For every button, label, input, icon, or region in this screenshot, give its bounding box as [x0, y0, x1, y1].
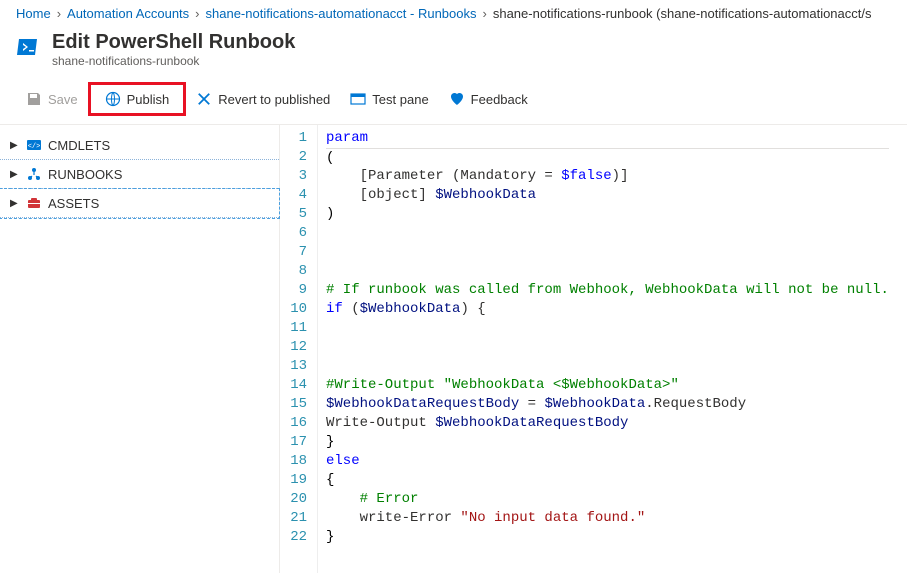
- line-number: 10: [286, 300, 307, 319]
- code-line[interactable]: if ($WebhookData) {: [326, 300, 889, 319]
- line-number: 2: [286, 148, 307, 167]
- line-number: 11: [286, 319, 307, 338]
- line-number: 16: [286, 414, 307, 433]
- code-line[interactable]: {: [326, 471, 889, 490]
- code-area[interactable]: param( [Parameter (Mandatory = $false)] …: [318, 125, 897, 573]
- code-line[interactable]: write-Error "No input data found.": [326, 509, 889, 528]
- code-line[interactable]: }: [326, 528, 889, 547]
- test-pane-label: Test pane: [372, 92, 428, 107]
- line-number: 22: [286, 528, 307, 547]
- test-pane-button[interactable]: Test pane: [340, 87, 438, 111]
- sidebar-item-assets[interactable]: ▶ ASSETS: [0, 189, 279, 217]
- chevron-right-icon: ›: [57, 6, 61, 21]
- revert-button[interactable]: Revert to published: [186, 87, 340, 111]
- line-number: 15: [286, 395, 307, 414]
- code-line[interactable]: param: [326, 129, 889, 148]
- line-number: 12: [286, 338, 307, 357]
- sidebar-item-runbooks[interactable]: ▶ RUNBOOKS: [0, 160, 279, 188]
- line-number: 6: [286, 224, 307, 243]
- sidebar-item-label: ASSETS: [48, 196, 99, 211]
- chevron-right-icon: ›: [195, 6, 199, 21]
- sidebar: ▶ </> CMDLETS ▶ RUNBOOKS ▶: [0, 125, 280, 573]
- code-line[interactable]: }: [326, 433, 889, 452]
- page-header: Edit PowerShell Runbook shane-notificati…: [0, 27, 907, 78]
- breadcrumb-item-current: shane-notifications-runbook (shane-notif…: [493, 6, 872, 21]
- code-line[interactable]: ): [326, 205, 889, 224]
- line-number: 20: [286, 490, 307, 509]
- code-editor[interactable]: 12345678910111213141516171819202122 para…: [280, 125, 907, 573]
- line-number: 3: [286, 167, 307, 186]
- line-number: 4: [286, 186, 307, 205]
- code-line[interactable]: #Write-Output "WebhookData <$WebhookData…: [326, 376, 889, 395]
- line-number: 17: [286, 433, 307, 452]
- breadcrumb-item[interactable]: shane-notifications-automationacct - Run…: [206, 6, 477, 21]
- code-line[interactable]: [326, 357, 889, 376]
- line-number: 5: [286, 205, 307, 224]
- code-line[interactable]: [326, 319, 889, 338]
- line-number: 9: [286, 281, 307, 300]
- heart-icon: [449, 91, 465, 107]
- line-number: 13: [286, 357, 307, 376]
- code-line[interactable]: # Error: [326, 490, 889, 509]
- line-number: 8: [286, 262, 307, 281]
- save-button[interactable]: Save: [16, 87, 88, 111]
- toolbar: Save Publish Revert to published Test pa…: [0, 78, 907, 125]
- chevron-right-icon: ›: [483, 6, 487, 21]
- code-line[interactable]: [326, 262, 889, 281]
- line-number: 18: [286, 452, 307, 471]
- main-content: ▶ </> CMDLETS ▶ RUNBOOKS ▶: [0, 125, 907, 573]
- globe-icon: [105, 91, 121, 107]
- feedback-button[interactable]: Feedback: [439, 87, 538, 111]
- publish-highlight-box: Publish: [88, 82, 187, 116]
- assets-icon: [26, 195, 42, 211]
- test-pane-icon: [350, 91, 366, 107]
- code-line[interactable]: $WebhookDataRequestBody = $WebhookData.R…: [326, 395, 889, 414]
- line-number: 21: [286, 509, 307, 528]
- sidebar-item-label: CMDLETS: [48, 138, 110, 153]
- svg-text:</>: </>: [28, 143, 41, 151]
- chevron-right-icon: ▶: [10, 169, 20, 180]
- line-number: 14: [286, 376, 307, 395]
- code-line[interactable]: [object] $WebhookData: [326, 186, 889, 205]
- chevron-right-icon: ▶: [10, 140, 20, 151]
- code-line[interactable]: [326, 224, 889, 243]
- cmdlets-icon: </>: [26, 137, 42, 153]
- save-label: Save: [48, 92, 78, 107]
- close-icon: [196, 91, 212, 107]
- code-line[interactable]: [326, 338, 889, 357]
- chevron-right-icon: ▶: [10, 198, 20, 209]
- sidebar-item-label: RUNBOOKS: [48, 167, 122, 182]
- runbooks-icon: [26, 166, 42, 182]
- save-icon: [26, 91, 42, 107]
- breadcrumb-item[interactable]: Home: [16, 6, 51, 21]
- code-line[interactable]: [326, 243, 889, 262]
- breadcrumb-item[interactable]: Automation Accounts: [67, 6, 189, 21]
- publish-label: Publish: [127, 92, 170, 107]
- feedback-label: Feedback: [471, 92, 528, 107]
- line-number: 1: [286, 129, 307, 148]
- sidebar-item-cmdlets[interactable]: ▶ </> CMDLETS: [0, 131, 279, 159]
- line-number: 19: [286, 471, 307, 490]
- code-line[interactable]: Write-Output $WebhookDataRequestBody: [326, 414, 889, 433]
- line-number: 7: [286, 243, 307, 262]
- code-line[interactable]: (: [326, 148, 889, 167]
- publish-button[interactable]: Publish: [95, 87, 180, 111]
- breadcrumb: Home › Automation Accounts › shane-notif…: [0, 0, 907, 27]
- revert-label: Revert to published: [218, 92, 330, 107]
- code-line[interactable]: [Parameter (Mandatory = $false)]: [326, 167, 889, 186]
- line-gutter: 12345678910111213141516171819202122: [280, 125, 318, 573]
- code-line[interactable]: # If runbook was called from Webhook, We…: [326, 281, 889, 300]
- page-title: Edit PowerShell Runbook: [52, 31, 295, 54]
- code-line[interactable]: else: [326, 452, 889, 471]
- powershell-icon: [16, 35, 40, 59]
- page-subtitle: shane-notifications-runbook: [52, 54, 295, 68]
